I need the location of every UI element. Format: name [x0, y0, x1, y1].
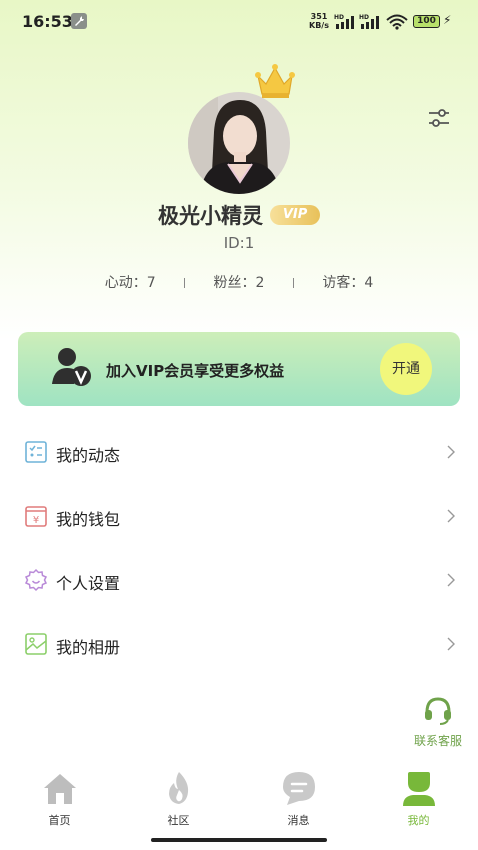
menu-item-wallet[interactable]: ¥ 我的钱包	[0, 484, 478, 548]
menu-item-label: 我的动态	[56, 446, 121, 465]
stat-visitors[interactable]: 访客：4	[322, 275, 373, 291]
tab-label: 社区	[167, 814, 190, 827]
photo-icon	[25, 633, 47, 655]
vip-banner-text: 加入VIP会员享受更多权益	[106, 362, 285, 380]
home-icon	[43, 774, 76, 804]
profile-stats: 心动：7 粉丝：2 访客：4	[0, 272, 478, 292]
signal-icon: HD	[359, 14, 379, 29]
net-speed: 351 KB/s	[309, 12, 329, 30]
vip-badge: VIP	[270, 205, 321, 225]
home-indicator[interactable]	[151, 838, 327, 842]
menu-item-label: 个人设置	[56, 574, 121, 593]
headset-icon	[425, 697, 451, 725]
svg-text:HD: HD	[359, 14, 369, 21]
menu-item-album[interactable]: 我的相册	[0, 612, 478, 676]
chevron-right-icon	[447, 573, 455, 587]
chevron-right-icon	[447, 445, 455, 459]
tab-label: 我的	[407, 814, 430, 827]
customer-service-label: 联系客服	[413, 734, 462, 748]
wallet-icon: ¥	[25, 506, 47, 527]
stat-fans[interactable]: 粉丝：2	[214, 275, 265, 291]
battery-icon: 100	[413, 15, 440, 28]
vip-banner[interactable]: 加入VIP会员享受更多权益 开通	[18, 332, 460, 406]
fire-icon	[168, 772, 188, 804]
username: 极光小精灵	[157, 204, 263, 228]
tab-community[interactable]: 社区	[119, 764, 238, 828]
customer-service-button[interactable]: 联系客服	[410, 696, 466, 749]
vip-open-button[interactable]: 开通	[380, 343, 432, 395]
tab-label: 首页	[48, 814, 71, 827]
settings-gear-icon	[24, 568, 48, 592]
divider	[292, 278, 294, 288]
tab-me[interactable]: 我的	[359, 764, 478, 828]
settings-sliders-icon[interactable]	[427, 106, 451, 130]
charging-icon: ⚡	[443, 13, 452, 27]
menu-item-label: 我的相册	[56, 638, 121, 657]
svg-text:¥: ¥	[33, 515, 39, 526]
signal-icon: HD	[334, 14, 354, 29]
status-time: 16:53	[22, 12, 73, 31]
user-icon	[402, 772, 435, 806]
menu-item-label: 我的钱包	[56, 510, 121, 529]
menu-item-moments[interactable]: 我的动态	[0, 420, 478, 484]
tab-label: 消息	[287, 814, 310, 827]
wrench-icon	[71, 13, 87, 29]
divider	[184, 278, 186, 288]
tab-home[interactable]: 首页	[0, 764, 119, 828]
user-id: ID:1	[223, 234, 255, 252]
chevron-right-icon	[447, 509, 455, 523]
bottom-tab-bar: 首页 社区 消息 我的	[0, 764, 478, 834]
list-icon	[25, 441, 47, 463]
avatar[interactable]	[188, 92, 290, 194]
chat-icon	[282, 772, 315, 805]
crown-icon	[255, 64, 295, 98]
vip-user-icon	[52, 348, 91, 386]
name-row: 极光小精灵 VIP	[0, 200, 478, 230]
tab-messages[interactable]: 消息	[239, 764, 358, 828]
chevron-right-icon	[447, 637, 455, 651]
stat-likes[interactable]: 心动：7	[105, 275, 156, 291]
menu-item-settings[interactable]: 个人设置	[0, 548, 478, 612]
avatar-photo	[188, 92, 290, 194]
wifi-icon	[386, 14, 408, 30]
status-bar: 16:53 351 KB/s HD HD 100 ⚡	[0, 0, 478, 44]
svg-text:HD: HD	[334, 14, 344, 21]
